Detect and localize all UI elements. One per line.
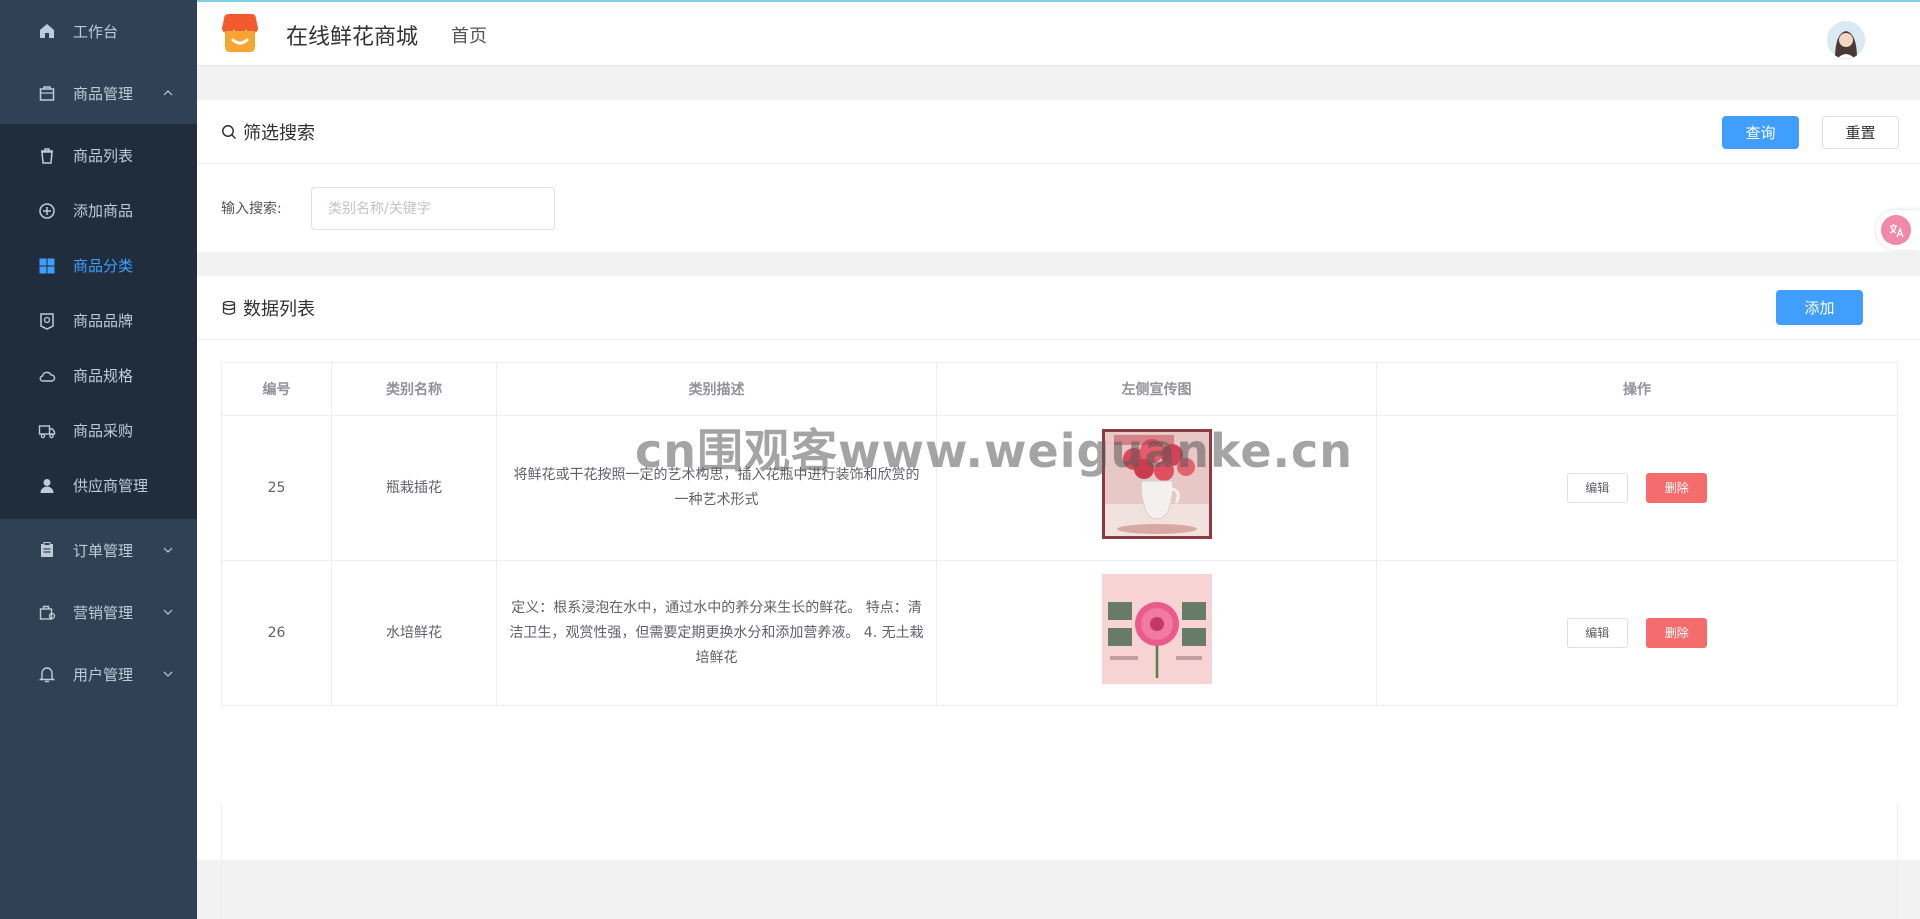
grid-icon [37,256,57,276]
chevron-down-icon [163,671,173,677]
tag-icon [37,311,57,331]
top-header: 在线鲜花商城 首页 [197,0,1920,66]
list-panel-title: 数据列表 [243,298,315,320]
search-input[interactable] [311,187,555,230]
search-panel-header: 筛选搜索 [197,100,1920,164]
sidebar-item-label: 工作台 [73,22,119,41]
sidebar-item-label: 商品管理 [73,84,134,103]
watermark: cn围观客www.weiguanke.cn [635,424,1354,478]
cell-image [936,560,1377,706]
sidebar-item-goods-management[interactable]: 商品管理 [0,62,197,124]
add-button[interactable]: 添加 [1776,290,1863,325]
column-header-name[interactable]: 类别名称 [331,362,497,416]
sidebar-item-goods-category[interactable]: 商品分类 [0,238,197,293]
sidebar-item-label: 商品采购 [73,422,134,440]
column-header-image[interactable]: 左侧宣传图 [936,362,1377,416]
table-header-row: 编号 类别名称 类别描述 左侧宣传图 操作 [221,362,1898,416]
sidebar-item-user-management[interactable]: 用户管理 [0,643,197,705]
sidebar-item-marketing-management[interactable]: 营销管理 [0,581,197,643]
shop-logo-icon [222,14,258,52]
clipboard-icon [37,540,57,560]
table-row: 26 水培鲜花 定义：根系浸泡在水中，通过水中的养分来生长的鲜花。 特点：清洁卫… [221,560,1898,706]
search-label: 输入搜索: [221,201,282,217]
sidebar-item-label: 订单管理 [73,541,134,560]
sidebar-item-order-management[interactable]: 订单管理 [0,519,197,581]
chevron-up-icon [163,90,173,96]
edit-button[interactable]: 编辑 [1566,473,1628,503]
edit-button[interactable]: 编辑 [1566,618,1628,648]
category-table: 编号 类别名称 类别描述 左侧宣传图 操作 25 瓶栽插花 将鲜花或干花按照一定… [221,362,1898,706]
sidebar-item-add-goods[interactable]: 添加商品 [0,183,197,238]
user-icon [37,476,57,496]
cell-name: 水培鲜花 [331,560,497,706]
sidebar-item-label: 商品规格 [73,367,134,385]
sidebar-item-label: 商品列表 [73,147,134,165]
data-list-panel: 数据列表 添加 编号 类别名称 类别描述 左侧宣传图 操作 25 瓶栽插花 将鲜… [197,276,1920,919]
goods-submenu: 商品列表 添加商品 商品分类 商品品牌 商品规格 商品采购 供应商管理 [0,124,197,519]
list-panel-header: 数据列表 [197,276,1920,340]
sidebar: 工作台 商品管理 商品列表 添加商品 商品分类 商品品牌 商品规格 商品采购 供… [0,0,197,919]
search-panel-title: 筛选搜索 [243,122,315,144]
translate-icon [1881,215,1911,245]
sidebar-item-label: 添加商品 [73,202,134,220]
database-icon [222,300,236,315]
trash-bag-icon [37,146,57,166]
chevron-down-icon [163,609,173,615]
sidebar-item-goods-list[interactable]: 商品列表 [0,128,197,183]
sidebar-item-goods-brand[interactable]: 商品品牌 [0,293,197,348]
delete-button[interactable]: 删除 [1646,473,1708,503]
cell-desc: 定义：根系浸泡在水中，通过水中的养分来生长的鲜花。 特点：清洁卫生，观赏性强，但… [496,560,937,706]
column-header-desc[interactable]: 类别描述 [496,362,937,416]
sidebar-item-label: 商品分类 [73,257,134,275]
sidebar-item-label: 供应商管理 [73,477,149,495]
home-icon [37,21,57,41]
column-header-actions: 操作 [1376,362,1898,416]
shopping-bag-icon [37,83,57,103]
sidebar-item-label: 营销管理 [73,603,134,622]
category-image-gerbera[interactable] [1101,573,1212,684]
cloud-icon [37,366,57,386]
sidebar-item-workbench[interactable]: 工作台 [0,0,197,62]
plus-circle-icon [37,201,57,221]
breadcrumb-home[interactable]: 首页 [451,22,487,48]
sidebar-item-supplier[interactable]: 供应商管理 [0,458,197,513]
table-empty-area [221,804,1898,919]
cell-id: 25 [221,415,332,561]
column-header-id[interactable]: 编号 [221,362,332,416]
gift-bag-icon [37,602,57,622]
app-title: 在线鲜花商城 [286,25,419,50]
sidebar-item-goods-spec[interactable]: 商品规格 [0,348,197,403]
sidebar-item-label: 用户管理 [73,665,134,684]
delete-button[interactable]: 删除 [1646,618,1708,648]
cell-actions: 编辑 删除 [1376,415,1898,561]
sidebar-item-goods-purchase[interactable]: 商品采购 [0,403,197,458]
chevron-down-icon [163,547,173,553]
sidebar-item-label: 商品品牌 [73,312,134,330]
query-button[interactable]: 查询 [1722,116,1799,149]
cell-actions: 编辑 删除 [1376,560,1898,706]
reset-button[interactable]: 重置 [1822,116,1899,149]
bell-icon [37,664,57,684]
avatar[interactable] [1827,21,1865,59]
cell-name: 瓶栽插花 [331,415,497,561]
search-panel: 筛选搜索 查询 重置 输入搜索: [197,100,1920,252]
cell-id: 26 [221,560,332,706]
search-icon [222,124,237,139]
translate-float-button[interactable] [1876,210,1920,250]
truck-icon [37,421,57,441]
